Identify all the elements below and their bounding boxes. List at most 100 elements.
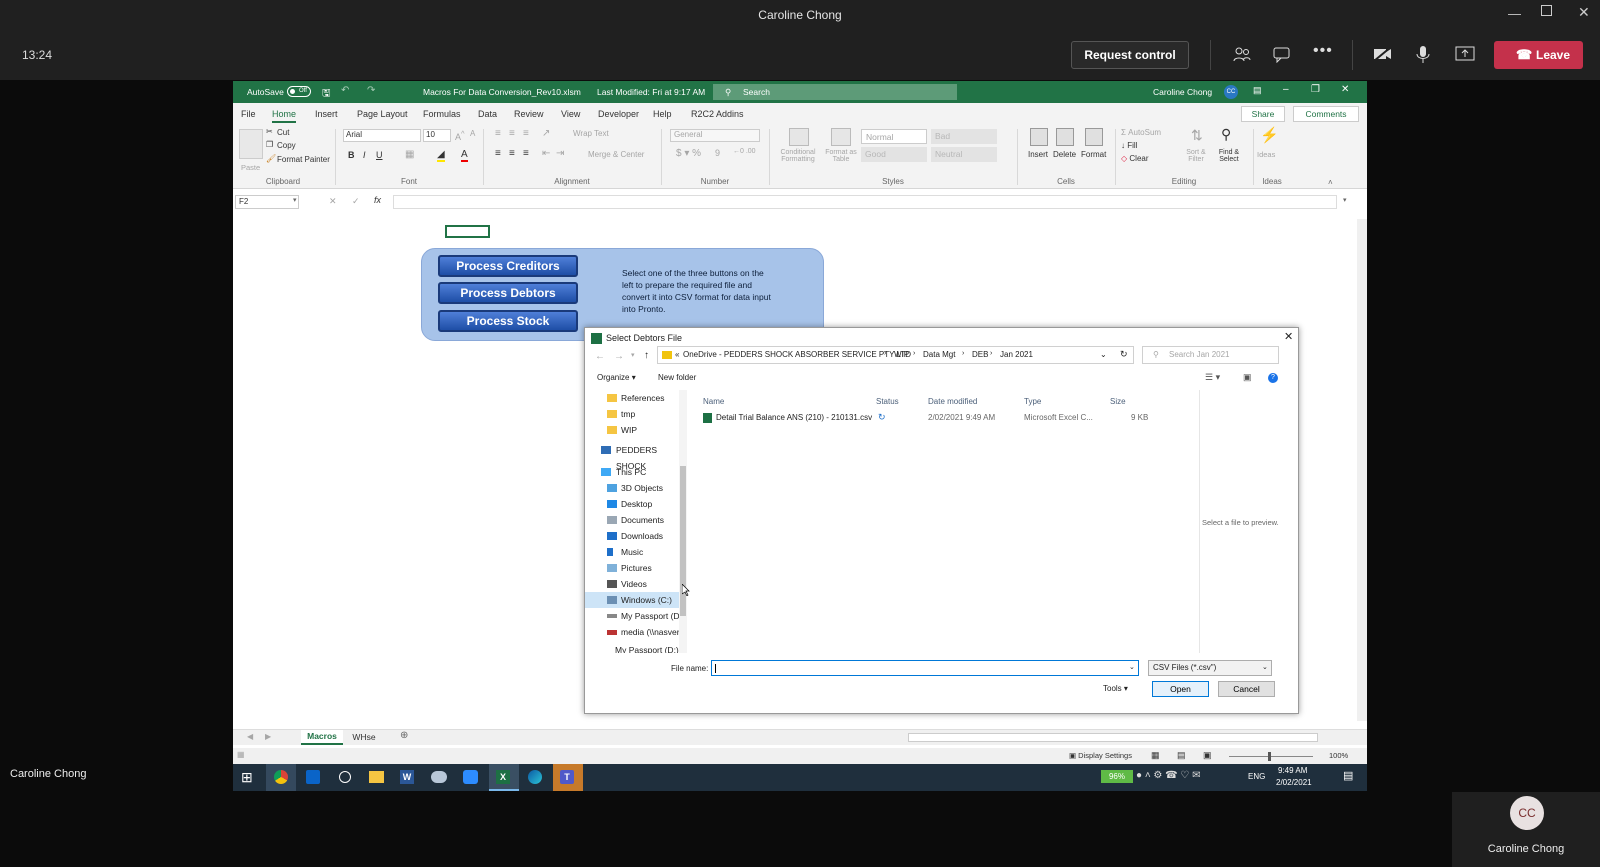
style-bad[interactable]: Bad bbox=[931, 129, 997, 144]
nav-item-pictures[interactable]: Pictures bbox=[585, 560, 685, 576]
breadcrumb-data-mgt[interactable]: Data Mgt bbox=[923, 350, 955, 359]
vertical-scrollbar[interactable] bbox=[1357, 219, 1367, 721]
name-box[interactable]: F2 bbox=[235, 195, 299, 209]
comma-style-icon[interactable]: 9 bbox=[715, 148, 720, 158]
tab-file[interactable]: File bbox=[241, 109, 256, 119]
nav-item-my-passport-2[interactable]: My Passport (D:) bbox=[585, 642, 685, 653]
format-cells-button[interactable]: Format bbox=[1081, 150, 1106, 159]
active-cell[interactable] bbox=[445, 225, 490, 238]
delete-cells-button[interactable]: Delete bbox=[1053, 150, 1076, 159]
up-icon[interactable]: ↑ bbox=[644, 350, 649, 361]
search-box[interactable]: ⚲ Search bbox=[713, 84, 957, 100]
format-painter-button[interactable]: Format Painter bbox=[277, 155, 330, 164]
style-good[interactable]: Good bbox=[861, 147, 927, 162]
nav-item-this-pc[interactable]: This PC bbox=[585, 464, 685, 480]
decrease-indent-icon[interactable]: ⇤ bbox=[542, 148, 550, 159]
font-size-select[interactable]: 10 bbox=[423, 129, 451, 142]
decimal-icons[interactable]: ←0 .00 bbox=[733, 148, 756, 155]
increase-indent-icon[interactable]: ⇥ bbox=[556, 148, 564, 159]
insert-cells-icon[interactable] bbox=[1030, 128, 1048, 146]
taskbar-time[interactable]: 9:49 AM bbox=[1278, 766, 1307, 775]
share-button[interactable]: Share bbox=[1241, 106, 1285, 122]
share-screen-icon[interactable] bbox=[1455, 45, 1475, 63]
style-neutral[interactable]: Neutral bbox=[931, 147, 997, 162]
scroll-sheets-left-icon[interactable]: ◀ bbox=[247, 732, 253, 741]
nav-scrollbar[interactable] bbox=[679, 390, 687, 653]
page-break-view-icon[interactable]: ▣ bbox=[1203, 750, 1212, 761]
underline-icon[interactable]: U bbox=[376, 150, 383, 160]
microphone-icon[interactable] bbox=[1416, 45, 1430, 64]
column-status[interactable]: Status bbox=[876, 397, 899, 406]
fill-button[interactable]: ↓ Fill bbox=[1121, 141, 1137, 150]
nav-item-music[interactable]: Music bbox=[585, 544, 685, 560]
cancel-entry-icon[interactable]: ✕ bbox=[329, 196, 337, 207]
sort-filter-button[interactable]: Sort & Filter bbox=[1181, 149, 1211, 163]
organize-button[interactable]: Organize ▾ bbox=[597, 373, 636, 382]
request-control-button[interactable]: Request control bbox=[1071, 41, 1189, 69]
language-indicator[interactable]: ENG bbox=[1248, 772, 1265, 781]
save-icon[interactable]: 🖫 bbox=[322, 86, 331, 103]
camera-off-icon[interactable] bbox=[1373, 46, 1393, 62]
tab-home[interactable]: Home bbox=[272, 109, 297, 123]
back-icon[interactable]: ← bbox=[595, 351, 605, 362]
orientation-icon[interactable]: ↗ bbox=[542, 128, 550, 139]
number-format-select[interactable]: General bbox=[670, 129, 760, 142]
decrease-font-icon[interactable]: A bbox=[470, 129, 475, 138]
align-middle-icon[interactable]: ≡ bbox=[509, 128, 515, 139]
ideas-icon[interactable]: ⚡ bbox=[1260, 126, 1279, 144]
comments-button[interactable]: Comments bbox=[1293, 106, 1359, 122]
conditional-formatting-button[interactable]: Conditional Formatting bbox=[773, 149, 823, 163]
minimize-icon[interactable]: — bbox=[1508, 6, 1521, 21]
outlook-icon[interactable] bbox=[306, 770, 320, 784]
breadcrumb-jan-2021[interactable]: Jan 2021 bbox=[1000, 350, 1033, 359]
zoom-app-icon[interactable] bbox=[463, 770, 478, 784]
nav-item-references[interactable]: References bbox=[585, 390, 685, 406]
help-icon[interactable]: ? bbox=[1268, 373, 1278, 383]
tools-button[interactable]: Tools ▾ bbox=[1103, 684, 1128, 693]
file-row[interactable]: Detail Trial Balance ANS (210) - 210131.… bbox=[699, 411, 1199, 425]
excel-icon[interactable]: X bbox=[496, 770, 510, 784]
scroll-sheets-right-icon[interactable]: ▶ bbox=[265, 732, 271, 741]
minimize-icon[interactable]: – bbox=[1283, 84, 1289, 95]
chevron-down-icon[interactable]: ⌄ bbox=[1100, 350, 1107, 359]
tab-developer[interactable]: Developer bbox=[598, 109, 639, 119]
zoom-slider-thumb[interactable] bbox=[1268, 752, 1271, 761]
restore-icon[interactable]: ❐ bbox=[1311, 84, 1320, 95]
nav-item-videos[interactable]: Videos bbox=[585, 576, 685, 592]
breadcrumb-onedrive[interactable]: OneDrive - PEDDERS SHOCK ABSORBER SERVIC… bbox=[683, 350, 911, 359]
tab-data[interactable]: Data bbox=[478, 109, 497, 119]
tray-icons[interactable]: ● ˄ ⚙ ☎ ♡ ✉ bbox=[1136, 770, 1201, 781]
taskbar-date[interactable]: 2/02/2021 bbox=[1276, 778, 1312, 787]
delete-cells-icon[interactable] bbox=[1056, 128, 1074, 146]
display-settings-button[interactable]: ▣ Display Settings bbox=[1069, 751, 1132, 760]
font-color-icon[interactable]: A bbox=[461, 149, 468, 162]
search-input[interactable]: ⚲ Search Jan 2021 bbox=[1142, 346, 1279, 364]
column-size[interactable]: Size bbox=[1110, 397, 1126, 406]
fill-color-icon[interactable]: ◢ bbox=[437, 149, 445, 162]
align-right-icon[interactable]: ≡ bbox=[523, 148, 529, 159]
sheet-tab-macros[interactable]: Macros bbox=[301, 730, 343, 745]
undo-icon[interactable]: ↶ bbox=[341, 85, 349, 96]
horizontal-scrollbar[interactable] bbox=[908, 733, 1318, 742]
nav-item-tmp[interactable]: tmp bbox=[585, 406, 685, 422]
battery-indicator[interactable]: 96% bbox=[1101, 770, 1133, 783]
align-left-icon[interactable]: ≡ bbox=[495, 148, 501, 159]
nav-item-downloads[interactable]: Downloads bbox=[585, 528, 685, 544]
participant-tile[interactable]: CC Caroline Chong bbox=[1452, 792, 1600, 867]
insert-cells-button[interactable]: Insert bbox=[1028, 150, 1048, 159]
copy-button[interactable]: Copy bbox=[277, 141, 296, 150]
participants-icon[interactable] bbox=[1233, 46, 1251, 64]
chat-icon[interactable] bbox=[1273, 47, 1291, 63]
insert-function-icon[interactable]: fx bbox=[374, 195, 381, 205]
paste-icon[interactable] bbox=[239, 129, 263, 159]
notification-center-icon[interactable]: ▤ bbox=[1343, 769, 1353, 782]
column-date-modified[interactable]: Date modified bbox=[928, 397, 977, 406]
nav-item-desktop[interactable]: Desktop bbox=[585, 496, 685, 512]
recent-locations-icon[interactable]: ▾ bbox=[631, 351, 635, 359]
format-as-table-button[interactable]: Format as Table bbox=[821, 149, 861, 163]
expand-formula-icon[interactable]: ▾ bbox=[1343, 196, 1347, 204]
close-icon[interactable]: ✕ bbox=[1284, 330, 1293, 343]
tab-insert[interactable]: Insert bbox=[315, 109, 338, 119]
leave-button[interactable]: ☎ Leave bbox=[1494, 41, 1583, 69]
column-name[interactable]: Name bbox=[703, 397, 724, 406]
